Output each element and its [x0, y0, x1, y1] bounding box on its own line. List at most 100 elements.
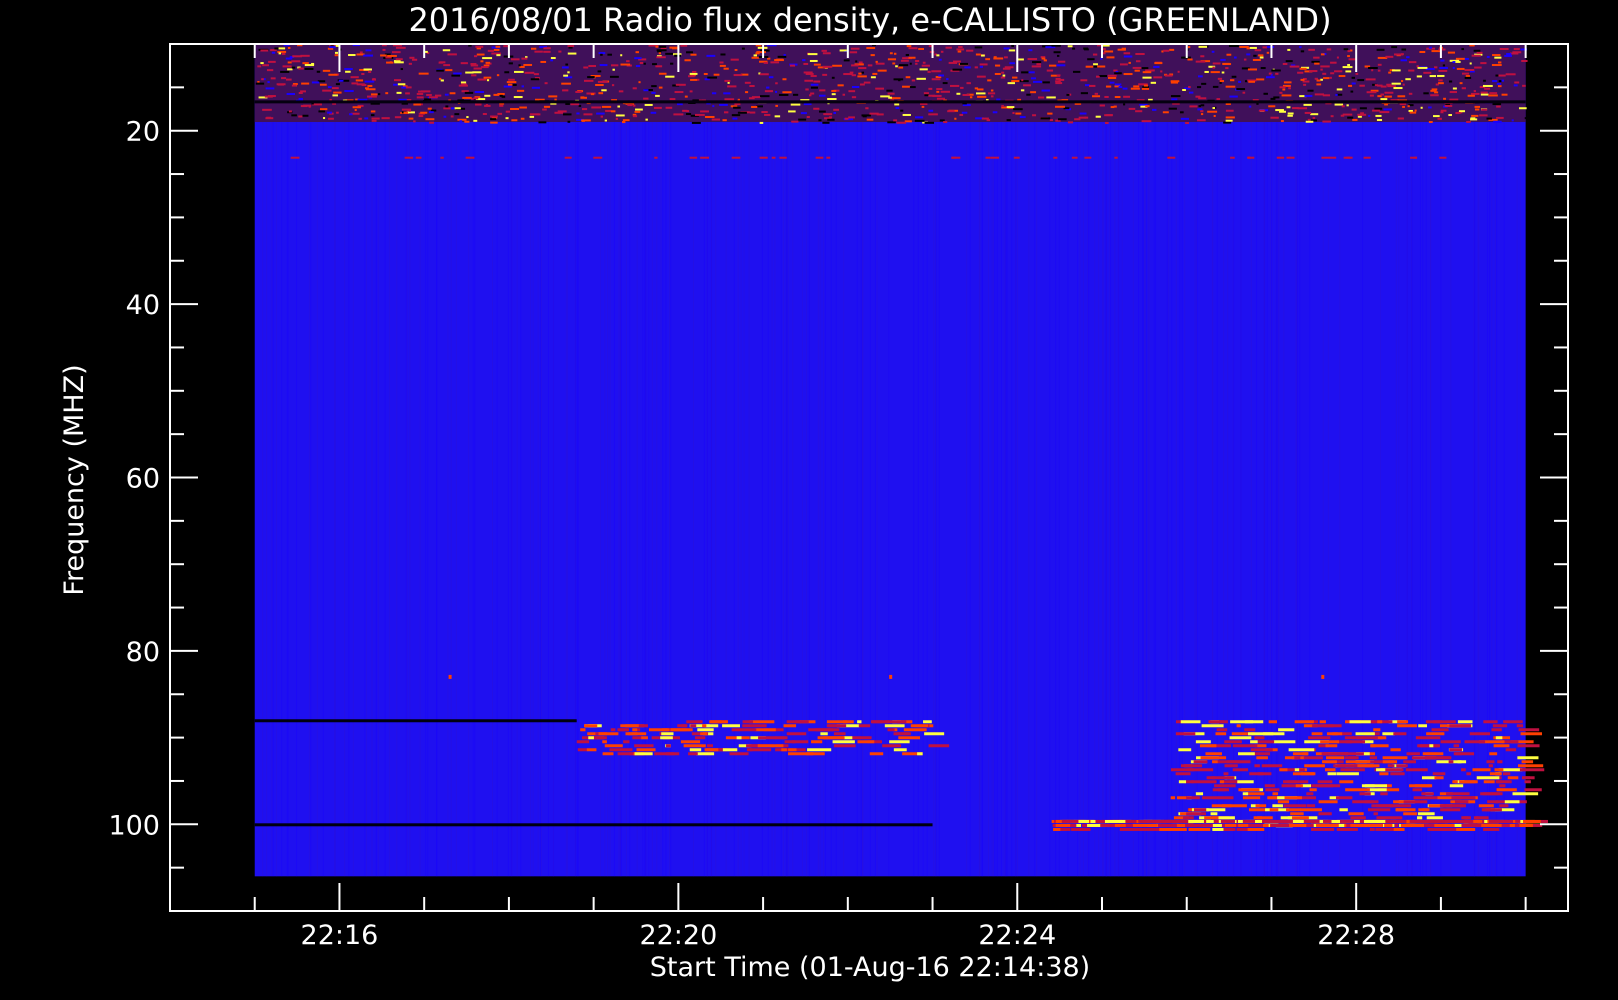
rfi-pixel — [1027, 58, 1038, 61]
emission-pixel — [1363, 819, 1386, 823]
emission-pixel — [833, 744, 856, 748]
emission-pixel — [1268, 720, 1278, 724]
rfi-pixel — [915, 62, 918, 65]
rfi-pixel — [1336, 88, 1343, 91]
emission-pixel — [1159, 827, 1171, 831]
rfi-pixel — [534, 50, 543, 53]
rfi-pixel — [1030, 77, 1037, 80]
emission-pixel — [1214, 784, 1236, 788]
noise-streak — [296, 44, 298, 877]
rfi-pixel — [855, 60, 858, 63]
rfi-pixel — [1366, 91, 1377, 94]
rfi-dot — [564, 156, 572, 159]
rfi-pixel — [262, 64, 270, 67]
rfi-pixel — [1012, 112, 1015, 115]
rfi-pixel — [1449, 98, 1459, 101]
emission-pixel — [1441, 756, 1447, 760]
rfi-pixel — [924, 94, 929, 97]
noise-streak — [806, 44, 808, 877]
rfi-pixel — [596, 112, 605, 115]
noise-streak — [1240, 44, 1242, 877]
emission-pixel — [1242, 796, 1261, 800]
rfi-pixel — [567, 120, 571, 123]
rfi-pixel — [426, 93, 432, 96]
rfi-pixel — [416, 96, 424, 99]
rfi-pixel — [690, 53, 697, 56]
rfi-pixel — [1098, 75, 1107, 78]
rfi-pixel — [706, 54, 716, 57]
rfi-pixel — [1300, 50, 1305, 53]
emission-pixel — [1499, 804, 1509, 808]
emission-pixel — [1449, 724, 1471, 728]
emission-pixel — [1376, 816, 1403, 820]
rfi-pixel — [1212, 62, 1221, 65]
x-axis-label: Start Time (01-Aug-16 22:14:38) — [650, 952, 1090, 983]
rfi-pixel — [994, 72, 1001, 75]
rfi-pixel — [1345, 70, 1352, 73]
emission-pixel — [1434, 776, 1444, 780]
noise-streak — [1167, 44, 1169, 877]
rfi-pixel — [985, 58, 991, 61]
emission-pixel — [1397, 724, 1417, 728]
rfi-pixel — [1162, 49, 1170, 52]
emission-pixel — [1211, 804, 1232, 808]
rfi-pixel — [521, 57, 528, 60]
noise-streak — [1478, 44, 1480, 877]
emission-pixel — [609, 748, 633, 752]
rfi-pixel — [1385, 55, 1394, 58]
emission-pixel — [598, 732, 619, 736]
rfi-pixel — [1322, 120, 1332, 123]
emission-pixel — [1229, 736, 1252, 740]
rfi-pixel — [1019, 80, 1029, 83]
rfi-pixel — [1083, 48, 1089, 51]
rfi-pixel — [1494, 56, 1502, 59]
rfi-pixel — [617, 105, 621, 108]
rfi-pixel — [1040, 117, 1051, 120]
rfi-pixel — [700, 110, 709, 113]
rfi-pixel — [1048, 64, 1057, 67]
rfi-pixel — [270, 77, 276, 80]
dark-line — [254, 823, 933, 827]
rfi-pixel — [304, 67, 314, 70]
emission-pixel — [1345, 760, 1371, 764]
rfi-pixel — [1348, 84, 1353, 87]
noise-streak — [348, 44, 350, 877]
emission-pixel — [780, 736, 788, 740]
emission-pixel — [1478, 804, 1494, 808]
rfi-pixel — [1089, 84, 1096, 87]
rfi-pixel — [263, 78, 266, 81]
rfi-pixel — [285, 78, 292, 81]
rfi-pixel — [1347, 116, 1354, 119]
rfi-pixel — [756, 51, 766, 54]
rfi-pixel — [1408, 69, 1415, 72]
rfi-pixel — [1008, 49, 1016, 52]
rfi-pixel — [1401, 48, 1407, 51]
rfi-pixel — [516, 89, 525, 92]
rfi-pixel — [1314, 93, 1325, 96]
emission-pixel — [1345, 788, 1370, 792]
rfi-pixel — [908, 56, 916, 59]
noise-streak — [1299, 44, 1301, 877]
rfi-pixel — [900, 59, 909, 62]
rfi-pixel — [622, 119, 630, 122]
emission-pixel — [857, 740, 875, 744]
rfi-pixel — [387, 54, 397, 57]
rfi-pixel — [823, 113, 833, 116]
emission-pixel — [1453, 752, 1462, 756]
emission-pixel — [722, 724, 740, 728]
rfi-pixel — [511, 119, 518, 122]
rfi-pixel — [843, 59, 850, 62]
rfi-pixel — [886, 89, 893, 92]
rfi-pixel — [1123, 55, 1133, 58]
rfi-pixel — [1447, 51, 1456, 54]
rfi-pixel — [1484, 87, 1491, 90]
rfi-pixel — [713, 73, 720, 76]
rfi-pixel — [334, 54, 339, 57]
emission-pixel — [1351, 736, 1378, 740]
rfi-pixel — [1343, 48, 1349, 51]
rfi-pixel — [508, 78, 515, 81]
noise-streak — [1250, 44, 1252, 877]
rfi-pixel — [1434, 91, 1439, 94]
emission-pixel — [1212, 760, 1218, 764]
emission-pixel — [1367, 808, 1391, 812]
